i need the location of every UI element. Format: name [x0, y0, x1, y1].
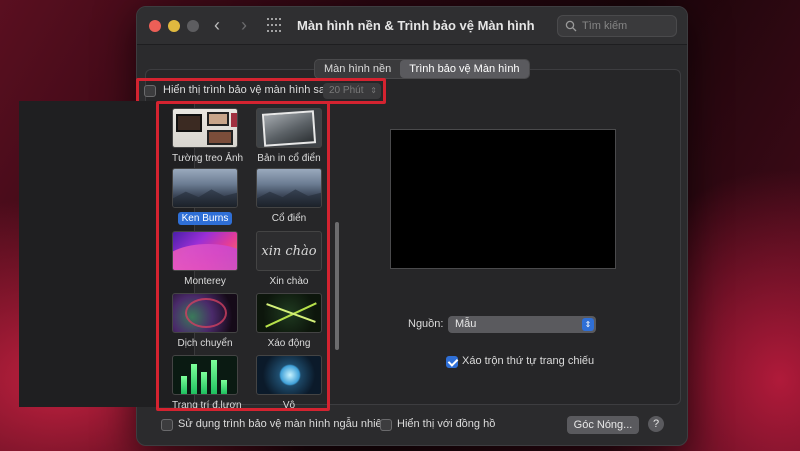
arabesque-thumbnail: [172, 355, 238, 395]
pane-tabs: Màn hình nền Trình bảo vệ Màn hình: [314, 59, 530, 79]
show-screensaver-checkbox[interactable]: [144, 85, 156, 97]
saver-label: Xin chào: [269, 276, 309, 287]
saver-tile-shake[interactable]: Xáo động: [256, 293, 322, 351]
show-clock-checkbox[interactable]: [380, 419, 392, 431]
idle-time-select[interactable]: 20 Phút ⇕: [323, 83, 381, 99]
show-clock-label: Hiển thị với đồng hồ: [397, 418, 496, 430]
saver-label: Bản in cổ điển: [257, 153, 321, 164]
source-select[interactable]: Mẫu ⇕: [448, 316, 596, 333]
saver-tile-arabesque[interactable]: Trang trí đ.lượn: [172, 355, 242, 413]
saver-tile-classic[interactable]: Cổ điển: [256, 168, 322, 226]
tab-screensaver[interactable]: Trình bảo vệ Màn hình: [400, 60, 529, 78]
saver-label: Dịch chuyển: [177, 338, 233, 349]
saver-label: Tường treo Ảnh: [172, 153, 244, 164]
back-arrow-icon[interactable]: ‹: [207, 15, 227, 35]
source-value: Mẫu: [455, 318, 477, 330]
search-field[interactable]: [557, 15, 677, 37]
screensaver-list: [19, 101, 195, 407]
saver-label: Monterey: [184, 276, 226, 287]
ken-burns-thumbnail: [172, 168, 238, 208]
forward-arrow-icon[interactable]: ›: [234, 15, 254, 35]
drift-thumbnail: [172, 293, 238, 333]
saver-label-selected: Ken Burns: [177, 212, 233, 225]
window-title: Màn hình nền & Trình bảo vệ Màn hình: [297, 18, 535, 33]
saver-label: Trang trí đ.lượn: [172, 400, 242, 411]
saver-label: Vô: [282, 400, 296, 411]
fullscreen-window-button[interactable]: [187, 20, 199, 32]
saver-tile-drift[interactable]: Dịch chuyển: [172, 293, 238, 351]
saver-tile-wall-photos[interactable]: Tường treo Ảnh: [172, 108, 243, 166]
classic-print-thumbnail: [256, 108, 322, 148]
saver-tile-vortex[interactable]: Vô: [256, 355, 322, 413]
popup-arrows-icon: ⇕: [582, 318, 594, 331]
vortex-thumbnail: [256, 355, 322, 395]
monterey-thumbnail: [172, 231, 238, 271]
close-window-button[interactable]: [149, 20, 161, 32]
saver-tile-ken-burns[interactable]: Ken Burns: [172, 168, 238, 226]
hot-corners-button[interactable]: Góc Nóng...: [567, 416, 639, 434]
saver-label: Xáo động: [267, 338, 311, 349]
help-button[interactable]: ?: [648, 416, 664, 432]
hello-thumbnail: xin chào: [256, 231, 322, 271]
show-screensaver-label: Hiển thị trình bảo vệ màn hình sau: [163, 84, 332, 96]
saver-label: Cổ điển: [271, 213, 307, 224]
saver-tile-hello[interactable]: xin chào Xin chào: [256, 231, 322, 289]
minimize-window-button[interactable]: [168, 20, 180, 32]
source-label: Nguồn:: [408, 318, 444, 330]
wall-photos-thumbnail: [172, 108, 238, 148]
random-saver-label: Sử dụng trình bảo vệ màn hình ngẫu nhiên: [178, 418, 388, 430]
show-all-grid-icon[interactable]: [267, 18, 283, 34]
list-scrollbar[interactable]: [335, 222, 339, 350]
search-icon: [565, 20, 577, 32]
classic-thumbnail: [256, 168, 322, 208]
shake-thumbnail: [256, 293, 322, 333]
shuffle-checkbox[interactable]: [446, 356, 458, 368]
idle-time-value: 20 Phút: [329, 85, 364, 96]
screensaver-preview: [390, 129, 616, 269]
search-input[interactable]: [582, 18, 672, 34]
title-bar: ‹ › Màn hình nền & Trình bảo vệ Màn hình: [137, 7, 687, 45]
random-saver-checkbox[interactable]: [161, 419, 173, 431]
shuffle-label: Xáo trộn thứ tự trang chiếu: [462, 355, 595, 367]
stepper-arrows-icon: ⇕: [370, 86, 377, 95]
tab-desktop[interactable]: Màn hình nền: [315, 60, 400, 78]
saver-tile-classic-print[interactable]: Bản in cổ điển: [256, 108, 322, 166]
saver-tile-monterey[interactable]: Monterey: [172, 231, 238, 289]
